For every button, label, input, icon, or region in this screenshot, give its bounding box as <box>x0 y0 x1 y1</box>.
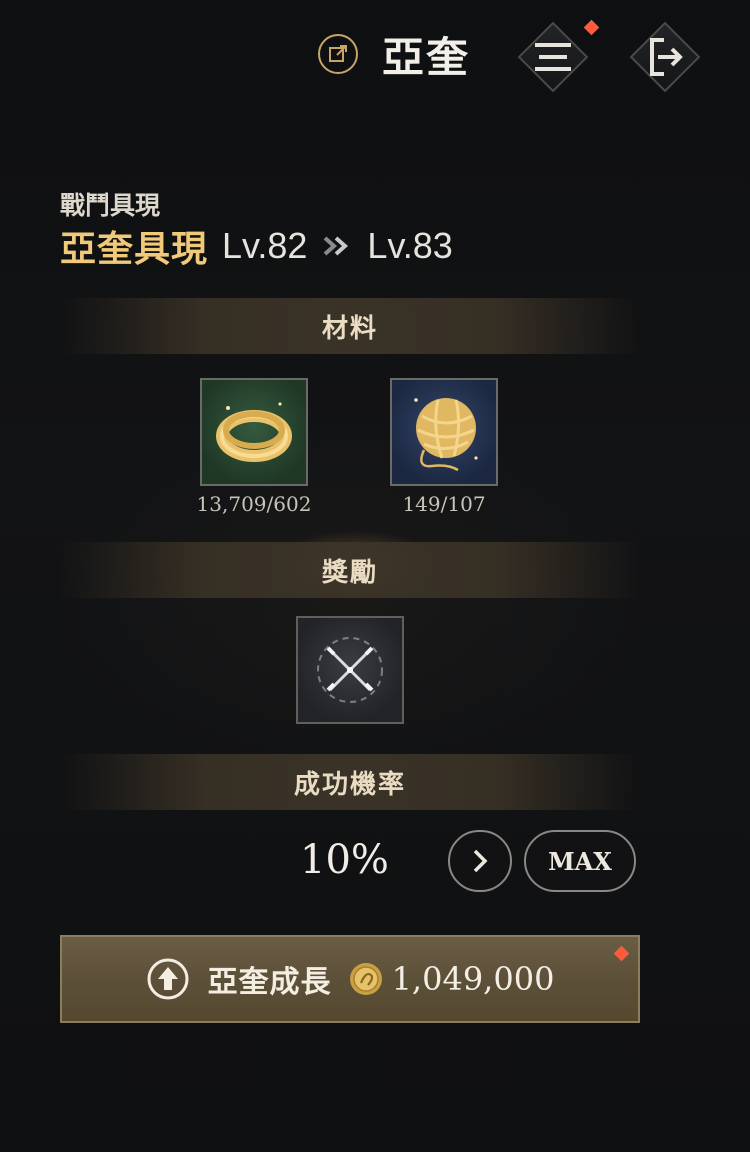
level-line: 亞奎具現 Lv.82 Lv.83 <box>60 222 453 270</box>
material-count-thread: 13,709/602 <box>196 492 312 516</box>
exit-button[interactable] <box>628 20 702 94</box>
materials-header: 材料 <box>60 298 640 354</box>
spirit-grow-button[interactable]: 亞奎成長 1,049,000 <box>60 935 640 1023</box>
page-title: 亞奎 <box>382 33 471 82</box>
grow-cost: 1,049,000 <box>391 960 555 998</box>
upgrade-arrow-icon <box>147 958 189 1000</box>
current-level: Lv.82 <box>222 225 308 266</box>
grow-button-label: 亞奎成長 <box>207 965 332 1000</box>
next-level: Lv.83 <box>367 225 453 266</box>
reward-slot[interactable] <box>296 616 404 724</box>
spirit-category: 戰鬥具現 <box>60 191 161 220</box>
max-rate-button[interactable]: MAX <box>524 830 636 892</box>
chevron-right-icon <box>473 849 488 873</box>
material-slot-thread[interactable] <box>200 378 308 486</box>
increase-rate-button[interactable] <box>448 830 512 892</box>
double-chevron-right-icon <box>321 235 353 257</box>
external-link-icon[interactable] <box>318 34 358 74</box>
gold-coin-icon <box>349 963 382 995</box>
crossed-swords-icon <box>317 637 383 703</box>
material-count-yarn: 149/107 <box>402 492 486 516</box>
success-rate-value: 10% <box>300 837 389 883</box>
rewards-label: 獎勵 <box>321 557 378 588</box>
spirit-name: 亞奎具現 <box>60 229 209 270</box>
exit-icon <box>650 38 683 76</box>
golden-thread-coil-icon <box>216 402 292 462</box>
rewards-header: 獎勵 <box>60 542 640 598</box>
spirit-growth-screen: 亞奎 戰鬥具現 亞奎具現 Lv.82 Lv.83 材料 13,709/602 1… <box>0 0 750 1152</box>
success-rate-header: 成功機率 <box>60 754 640 810</box>
golden-yarn-ball-icon <box>414 398 478 472</box>
menu-button[interactable] <box>516 20 590 94</box>
material-slot-yarn[interactable] <box>390 378 498 486</box>
materials-label: 材料 <box>321 313 378 344</box>
menu-icon <box>535 43 571 71</box>
grow-button-content: 亞奎成長 1,049,000 <box>146 957 555 1001</box>
success-rate-label: 成功機率 <box>293 769 406 800</box>
